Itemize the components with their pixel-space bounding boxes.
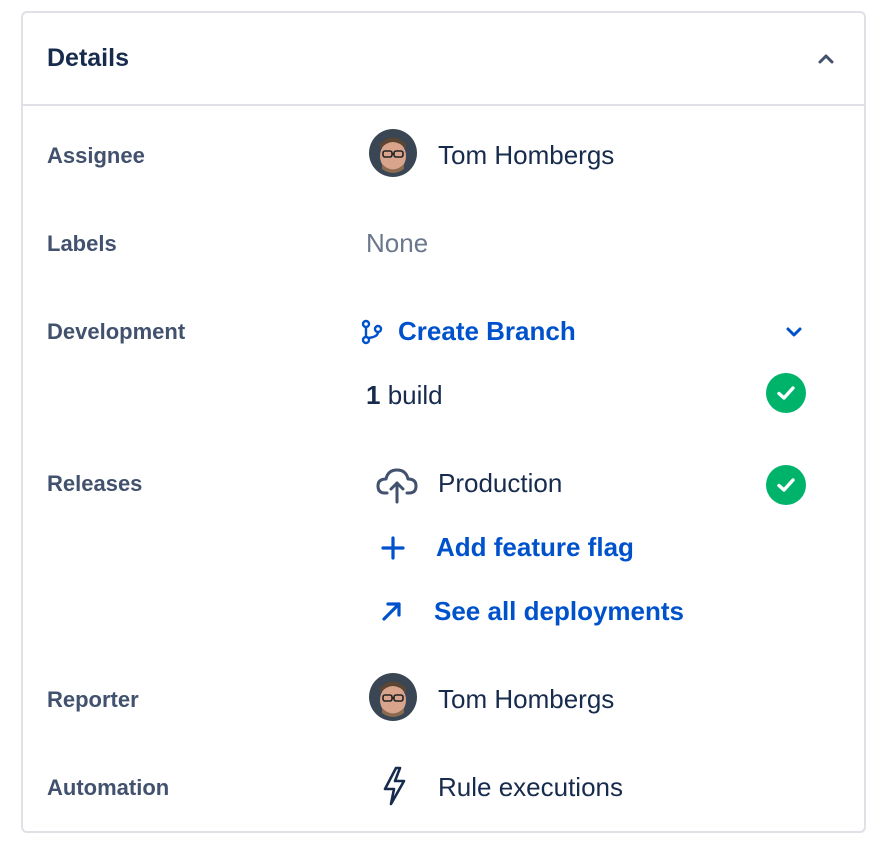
build-status[interactable]: 1 build (366, 380, 443, 411)
reporter-avatar[interactable] (369, 673, 417, 721)
development-label: Development (47, 319, 186, 344)
releases-label: Releases (47, 471, 143, 496)
see-all-deployments-link[interactable]: See all deployments (434, 596, 684, 627)
reporter-label: Reporter (47, 687, 139, 712)
build-text: build (387, 380, 443, 410)
create-branch-link[interactable]: Create Branch (398, 316, 576, 347)
plus-icon[interactable] (380, 535, 406, 561)
details-panel: Details Assignee Tom Hombergs Labels Non… (21, 11, 866, 833)
production-environment[interactable]: Production (438, 468, 562, 499)
labels-label: Labels (47, 231, 117, 256)
assignee-name[interactable]: Tom Hombergs (438, 140, 614, 171)
add-feature-flag-link[interactable]: Add feature flag (436, 532, 634, 563)
chevron-down-icon[interactable] (784, 322, 804, 342)
details-header[interactable]: Details (23, 13, 864, 106)
build-count: 1 (366, 380, 381, 410)
check-circle-icon (766, 373, 806, 413)
assignee-avatar[interactable] (369, 129, 417, 177)
details-title: Details (47, 44, 129, 72)
cloud-upload-icon (375, 466, 419, 504)
rule-executions-link[interactable]: Rule executions (438, 772, 623, 803)
lightning-icon (380, 765, 408, 807)
reporter-name[interactable]: Tom Hombergs (438, 684, 614, 715)
branch-icon (361, 319, 383, 345)
assignee-label: Assignee (47, 143, 145, 168)
chevron-up-icon[interactable] (816, 49, 836, 69)
automation-label: Automation (47, 775, 170, 800)
check-circle-icon (766, 465, 806, 505)
arrow-up-right-icon[interactable] (380, 599, 404, 623)
labels-value[interactable]: None (366, 228, 428, 259)
